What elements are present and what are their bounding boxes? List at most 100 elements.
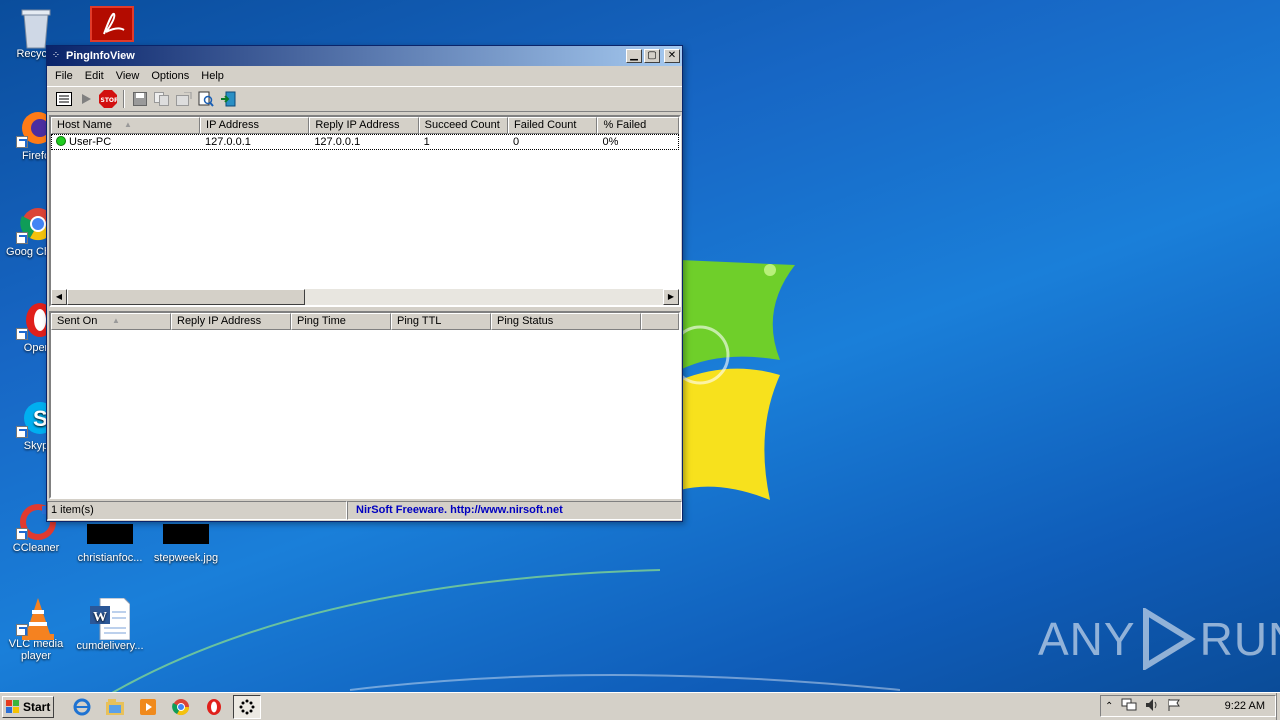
window-title: PingInfoView	[66, 50, 135, 62]
pdf-reader-icon	[90, 6, 134, 42]
system-tray: ⌃ 9:22 AM	[1100, 695, 1276, 717]
desktop-icon-vlc[interactable]: VLC media player	[0, 596, 72, 662]
desktop-icon-label: christianfoc...	[77, 552, 143, 564]
desktop-icon-label: stepweek.jpg	[153, 552, 219, 564]
start-label: Start	[23, 699, 51, 714]
taskbar-clock[interactable]: 9:22 AM	[1225, 700, 1271, 712]
scroll-right-icon[interactable]: ▶	[663, 289, 679, 305]
start-ping-icon[interactable]	[75, 89, 97, 109]
taskbar-media-player-icon[interactable]	[134, 695, 162, 719]
find-icon[interactable]	[195, 89, 217, 109]
stop-icon[interactable]: STOP	[97, 89, 119, 109]
succeed-count-cell: 1	[423, 136, 430, 148]
failed-count-cell: 0	[513, 136, 520, 148]
menu-edit[interactable]: Edit	[79, 70, 110, 82]
scroll-left-icon[interactable]: ◀	[51, 289, 67, 305]
scrollbar-track[interactable]	[305, 289, 663, 305]
pinginfoview-window: ⁘ PingInfoView ▁ ▢ ✕ File Edit View Opti…	[46, 45, 683, 522]
show-hidden-icons-icon[interactable]: ⌃	[1105, 701, 1113, 712]
image-thumbnail-icon	[163, 524, 209, 544]
taskbar-opera-icon[interactable]	[200, 695, 228, 719]
taskbar-chrome-icon[interactable]	[167, 695, 195, 719]
column-filler	[641, 313, 679, 330]
column-ping-status[interactable]: Ping Status	[491, 313, 641, 330]
column-reply-ip-address[interactable]: Reply IP Address	[171, 313, 291, 330]
close-button[interactable]: ✕	[664, 49, 680, 63]
scrollbar-thumb[interactable]	[67, 289, 305, 305]
options-list-icon[interactable]	[53, 89, 75, 109]
show-desktop-button[interactable]	[1276, 693, 1280, 720]
horizontal-scrollbar[interactable]: ◀ ▶	[51, 289, 679, 305]
percent-failed-cell: 0%	[602, 136, 619, 148]
ping-history-list[interactable]: Sent On ▲ Reply IP Address Ping Time Pin…	[49, 311, 681, 499]
properties-icon[interactable]	[173, 89, 195, 109]
pinginfoview-app-icon: ⁘	[51, 50, 61, 61]
table-row[interactable]: User-PC 127.0.0.1 127.0.0.1 1 0 0%	[51, 134, 679, 150]
ip-address-cell: 127.0.0.1	[205, 136, 251, 148]
desktop-icon-cumdelivery[interactable]: W cumdelivery...	[74, 597, 146, 652]
column-ip-address[interactable]: IP Address	[200, 117, 310, 134]
desktop-icon-label: CCleaner	[12, 542, 60, 554]
desktop-icon-label: Skyp	[23, 440, 49, 452]
column-host-name[interactable]: Host Name ▲	[51, 117, 201, 134]
hosts-list-header: Host Name ▲ IP Address Reply IP Address …	[51, 117, 679, 134]
save-icon[interactable]	[129, 89, 151, 109]
sort-ascending-icon: ▲	[112, 316, 120, 325]
column-percent-failed[interactable]: % Failed	[597, 117, 679, 134]
windows-flag-icon	[6, 699, 19, 713]
window-titlebar[interactable]: ⁘ PingInfoView ▁ ▢ ✕	[47, 46, 682, 66]
host-name-cell: User-PC	[51, 136, 200, 148]
shortcut-arrow-icon	[16, 426, 28, 438]
column-succeed-count[interactable]: Succeed Count	[418, 117, 509, 134]
image-thumbnail-icon	[87, 524, 133, 544]
column-failed-count[interactable]: Failed Count	[508, 117, 598, 134]
column-sent-on[interactable]: Sent On ▲	[51, 313, 171, 330]
shortcut-arrow-icon	[16, 624, 28, 636]
menu-options[interactable]: Options	[145, 70, 195, 82]
nirsoft-link-text[interactable]: NirSoft Freeware. http://www.nirsoft.net	[351, 504, 563, 516]
word-document-icon: W	[90, 597, 131, 641]
exit-icon[interactable]	[217, 89, 239, 109]
action-center-flag-icon[interactable]	[1167, 698, 1181, 715]
desktop-icon-label: cumdelivery...	[76, 640, 144, 652]
desktop-icon-christianfoc[interactable]: christianfoc...	[74, 524, 146, 564]
recycle-bin-icon	[16, 6, 56, 49]
item-count: 1 item(s)	[47, 501, 347, 520]
menu-bar: File Edit View Options Help	[47, 66, 682, 86]
minimize-button[interactable]: ▁	[626, 49, 642, 63]
hosts-list[interactable]: Host Name ▲ IP Address Reply IP Address …	[49, 115, 681, 307]
taskbar-explorer-icon[interactable]	[101, 695, 129, 719]
vlc-icon	[16, 596, 56, 640]
network-icon[interactable]	[1121, 698, 1137, 715]
column-ping-ttl[interactable]: Ping TTL	[391, 313, 491, 330]
taskbar-pinginfoview-icon[interactable]	[233, 694, 261, 719]
play-logo-icon	[1142, 608, 1196, 670]
shortcut-arrow-icon	[16, 136, 28, 148]
toolbar: STOP	[47, 86, 682, 112]
menu-help[interactable]: Help	[195, 70, 230, 82]
shortcut-arrow-icon	[16, 232, 28, 244]
nirsoft-link[interactable]: NirSoft Freeware. http://www.nirsoft.net	[347, 501, 682, 520]
ping-history-header: Sent On ▲ Reply IP Address Ping Time Pin…	[51, 313, 679, 330]
status-bar: 1 item(s) NirSoft Freeware. http://www.n…	[47, 501, 682, 521]
taskbar-ie-icon[interactable]	[68, 695, 96, 719]
column-reply-ip-address[interactable]: Reply IP Address	[309, 117, 419, 134]
svg-text:W: W	[93, 610, 107, 625]
anyrun-watermark: ANY RUN	[1038, 608, 1280, 670]
toolbar-separator	[123, 90, 125, 108]
shortcut-arrow-icon	[16, 528, 28, 540]
wallpaper-swoosh	[100, 569, 900, 700]
column-ping-time[interactable]: Ping Time	[291, 313, 391, 330]
menu-file[interactable]: File	[49, 70, 79, 82]
volume-icon[interactable]	[1145, 698, 1159, 715]
desktop-icon-pdf[interactable]	[76, 6, 148, 44]
copy-icon[interactable]	[151, 89, 173, 109]
menu-view[interactable]: View	[110, 70, 146, 82]
sort-ascending-icon: ▲	[124, 120, 132, 129]
shortcut-arrow-icon	[16, 328, 28, 340]
maximize-button[interactable]: ▢	[644, 49, 660, 63]
desktop-icon-label: Oper	[23, 342, 49, 354]
start-button[interactable]: Start	[2, 695, 54, 718]
desktop-icon-stepweek[interactable]: stepweek.jpg	[150, 524, 222, 564]
reply-ip-cell: 127.0.0.1	[314, 136, 361, 148]
